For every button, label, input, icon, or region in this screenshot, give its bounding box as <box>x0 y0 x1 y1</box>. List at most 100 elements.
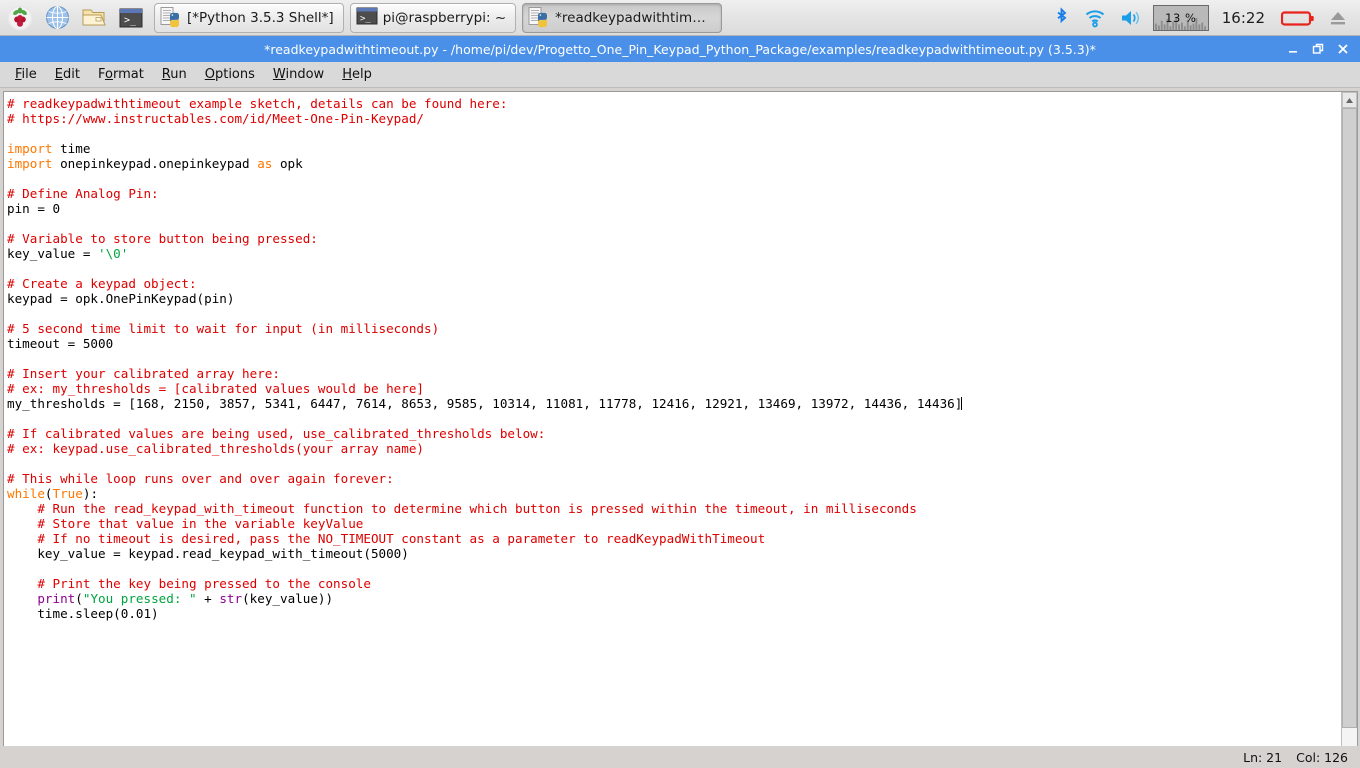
code-token: # This while loop runs over and over aga… <box>7 471 394 486</box>
terminal-icon[interactable]: >_ <box>114 2 148 34</box>
menu-window[interactable]: Window <box>264 64 333 85</box>
raspberry-menu-icon[interactable] <box>3 2 37 34</box>
code-line: key_value = keypad.read_keypad_with_time… <box>7 546 1341 561</box>
code-token: # 5 second time limit to wait for input … <box>7 321 440 336</box>
code-line: # ex: my_thresholds = [calibrated values… <box>7 381 1341 396</box>
code-line: # https://www.instructables.com/id/Meet-… <box>7 111 1341 126</box>
window-titlebar: *readkeypadwithtimeout.py - /home/pi/dev… <box>0 36 1360 62</box>
maximize-button[interactable] <box>1307 38 1329 60</box>
code-token: ): <box>82 486 99 501</box>
code-line: # Store that value in the variable keyVa… <box>7 516 1341 531</box>
code-token: key_value = keypad.read_keypad_with_time… <box>7 546 409 561</box>
code-line: # ex: keypad.use_calibrated_thresholds(y… <box>7 441 1341 456</box>
file-manager-icon[interactable] <box>77 2 111 34</box>
cpu-monitor[interactable]: 13 % <box>1152 4 1209 31</box>
menu-options[interactable]: Options <box>196 64 264 85</box>
wifi-icon[interactable] <box>1077 3 1113 33</box>
code-line: # 5 second time limit to wait for input … <box>7 321 1341 336</box>
code-line: # Print the key being pressed to the con… <box>7 576 1341 591</box>
code-token: # Create a keypad object: <box>7 276 197 291</box>
code-line: # readkeypadwithtimeout example sketch, … <box>7 96 1341 111</box>
code-line: pin = 0 <box>7 201 1341 216</box>
code-token: # Variable to store button being pressed… <box>7 231 318 246</box>
clock[interactable]: 16:22 <box>1213 9 1274 27</box>
minimize-button[interactable] <box>1282 38 1304 60</box>
menu-file[interactable]: File <box>6 64 46 85</box>
battery-icon[interactable] <box>1274 3 1322 33</box>
code-token: import <box>7 156 53 171</box>
taskbar: >_ [*Python 3.5.3 Shell*] >_ pi@raspberr… <box>0 0 1360 36</box>
bluetooth-icon[interactable] <box>1046 3 1077 33</box>
code-line: my_thresholds = [168, 2150, 3857, 5341, … <box>7 396 1341 411</box>
code-line: # Variable to store button being pressed… <box>7 231 1341 246</box>
code-token: + <box>196 591 220 606</box>
scrollbar-thumb[interactable] <box>1342 108 1357 728</box>
code-token: # If no timeout is desired, pass the NO_… <box>7 531 766 546</box>
code-line: while(True): <box>7 486 1341 501</box>
web-browser-icon[interactable] <box>40 2 74 34</box>
menu-edit[interactable]: Edit <box>46 64 89 85</box>
eject-icon[interactable] <box>1322 3 1354 33</box>
window-button-label: *readkeypadwithtime… <box>555 9 713 26</box>
code-token: (key_value)) <box>242 591 334 606</box>
code-line: # If no timeout is desired, pass the NO_… <box>7 531 1341 546</box>
scroll-up-arrow-icon[interactable] <box>1342 92 1357 108</box>
menubar: File Edit Format Run Options Window Help <box>0 62 1360 88</box>
cpu-usage-label: 13 % <box>1165 10 1197 25</box>
statusbar: Ln: 21 Col: 126 <box>0 746 1360 768</box>
menu-help[interactable]: Help <box>333 64 381 85</box>
window-button-label: pi@raspberrypi: ~ <box>382 9 507 26</box>
window-control-buttons <box>1282 36 1354 62</box>
code-token: # Define Analog Pin: <box>7 186 159 201</box>
menu-format[interactable]: Format <box>89 64 153 85</box>
code-token: timeout = 5000 <box>7 336 114 351</box>
window-button-label: [*Python 3.5.3 Shell*] <box>187 9 334 26</box>
volume-icon[interactable] <box>1113 3 1149 33</box>
svg-text:>_: >_ <box>124 15 137 26</box>
text-cursor <box>961 397 963 410</box>
code-token: print <box>37 591 76 606</box>
idle-editor-window: *readkeypadwithtimeout.py - /home/pi/dev… <box>0 36 1360 768</box>
code-token: # ex: keypad.use_calibrated_thresholds(y… <box>7 441 425 456</box>
code-token: # Print the key being pressed to the con… <box>7 576 371 591</box>
window-button-python-shell[interactable]: [*Python 3.5.3 Shell*] <box>154 2 344 33</box>
menu-run[interactable]: Run <box>153 64 196 85</box>
code-token: # Insert your calibrated array here: <box>7 366 280 381</box>
code-token: import <box>7 141 53 156</box>
code-line: import time <box>7 141 1341 156</box>
close-button[interactable] <box>1332 38 1354 60</box>
code-line: print("You pressed: " + str(key_value)) <box>7 591 1341 606</box>
vertical-scrollbar[interactable] <box>1341 92 1357 765</box>
code-token: key_value = <box>7 246 98 261</box>
code-line: # Create a keypad object: <box>7 276 1341 291</box>
code-line: keypad = opk.OnePinKeypad(pin) <box>7 291 1341 306</box>
code-line: # Run the read_keypad_with_timeout funct… <box>7 501 1341 516</box>
code-token: '\0' <box>98 246 129 261</box>
code-token: # If calibrated values are being used, u… <box>7 426 546 441</box>
code-text-area[interactable]: # readkeypadwithtimeout example sketch, … <box>4 92 1341 765</box>
code-line: timeout = 5000 <box>7 336 1341 351</box>
code-line: # This while loop runs over and over aga… <box>7 471 1341 486</box>
code-token: # ex: my_thresholds = [calibrated values… <box>7 381 425 396</box>
code-line: key_value = '\0' <box>7 246 1341 261</box>
code-token: pin = 0 <box>7 201 61 216</box>
window-button-terminal[interactable]: >_ pi@raspberrypi: ~ <box>349 2 517 33</box>
code-line: time.sleep(0.01) <box>7 606 1341 621</box>
code-line: # Insert your calibrated array here: <box>7 366 1341 381</box>
code-token: True <box>52 486 83 501</box>
code-token: # https://www.instructables.com/id/Meet-… <box>7 111 425 126</box>
code-line: import onepinkeypad.onepinkeypad as opk <box>7 156 1341 171</box>
code-token: my_thresholds = [168, 2150, 3857, 5341, … <box>7 396 963 411</box>
code-token: ( <box>75 591 83 606</box>
window-button-editor[interactable]: *readkeypadwithtime… <box>522 2 723 33</box>
code-token: while <box>7 486 45 501</box>
code-token: onepinkeypad.onepinkeypad <box>52 156 258 171</box>
editor-area: # readkeypadwithtimeout example sketch, … <box>0 88 1360 768</box>
svg-text:>_: >_ <box>360 14 371 24</box>
